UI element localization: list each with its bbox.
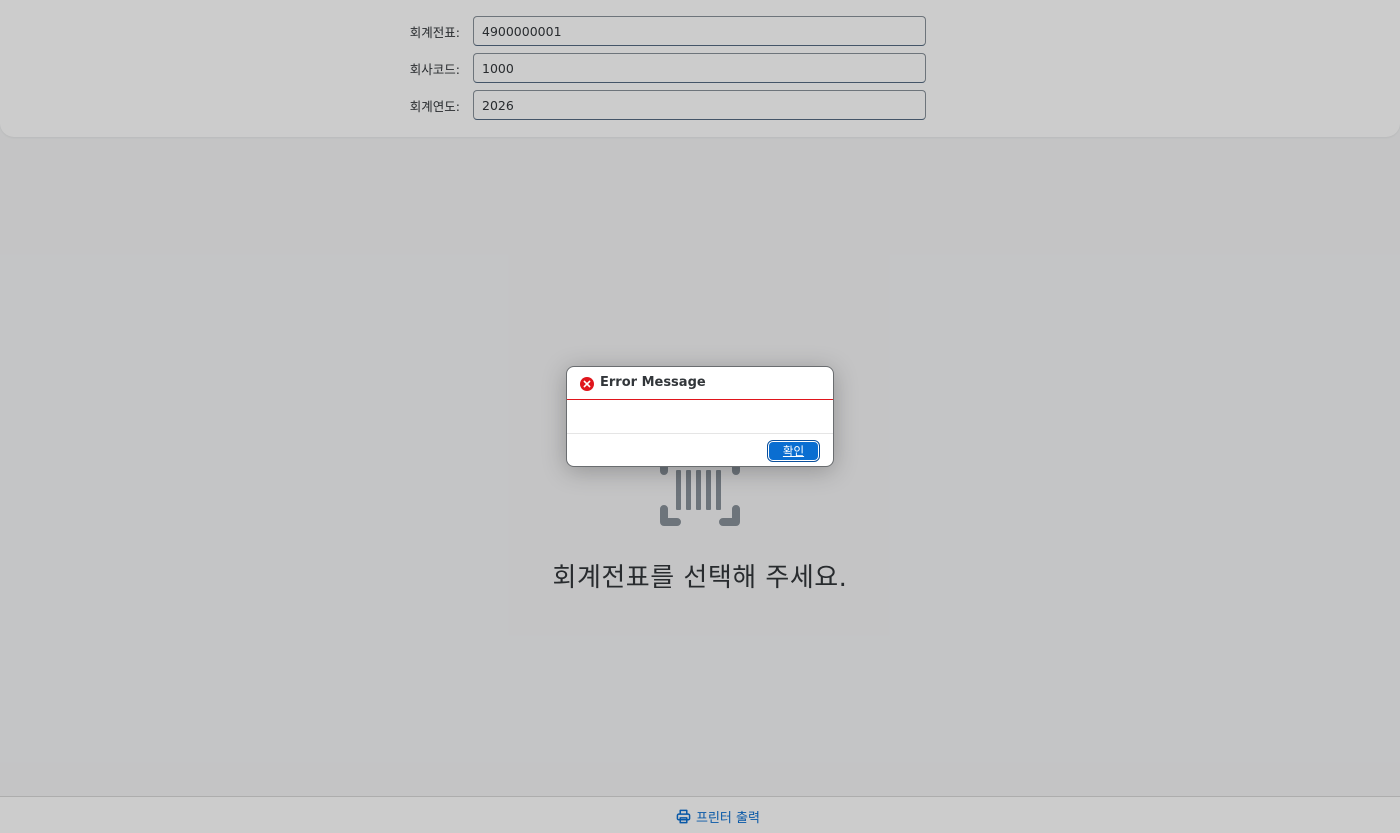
- dialog-footer: 확인: [567, 434, 833, 466]
- confirm-button[interactable]: 확인: [767, 440, 820, 462]
- error-icon: [580, 376, 594, 391]
- dialog-title: Error Message: [600, 375, 706, 390]
- dialog-message: [567, 400, 833, 434]
- dialog-header: Error Message: [567, 367, 833, 400]
- error-dialog: Error Message 확인: [566, 366, 834, 467]
